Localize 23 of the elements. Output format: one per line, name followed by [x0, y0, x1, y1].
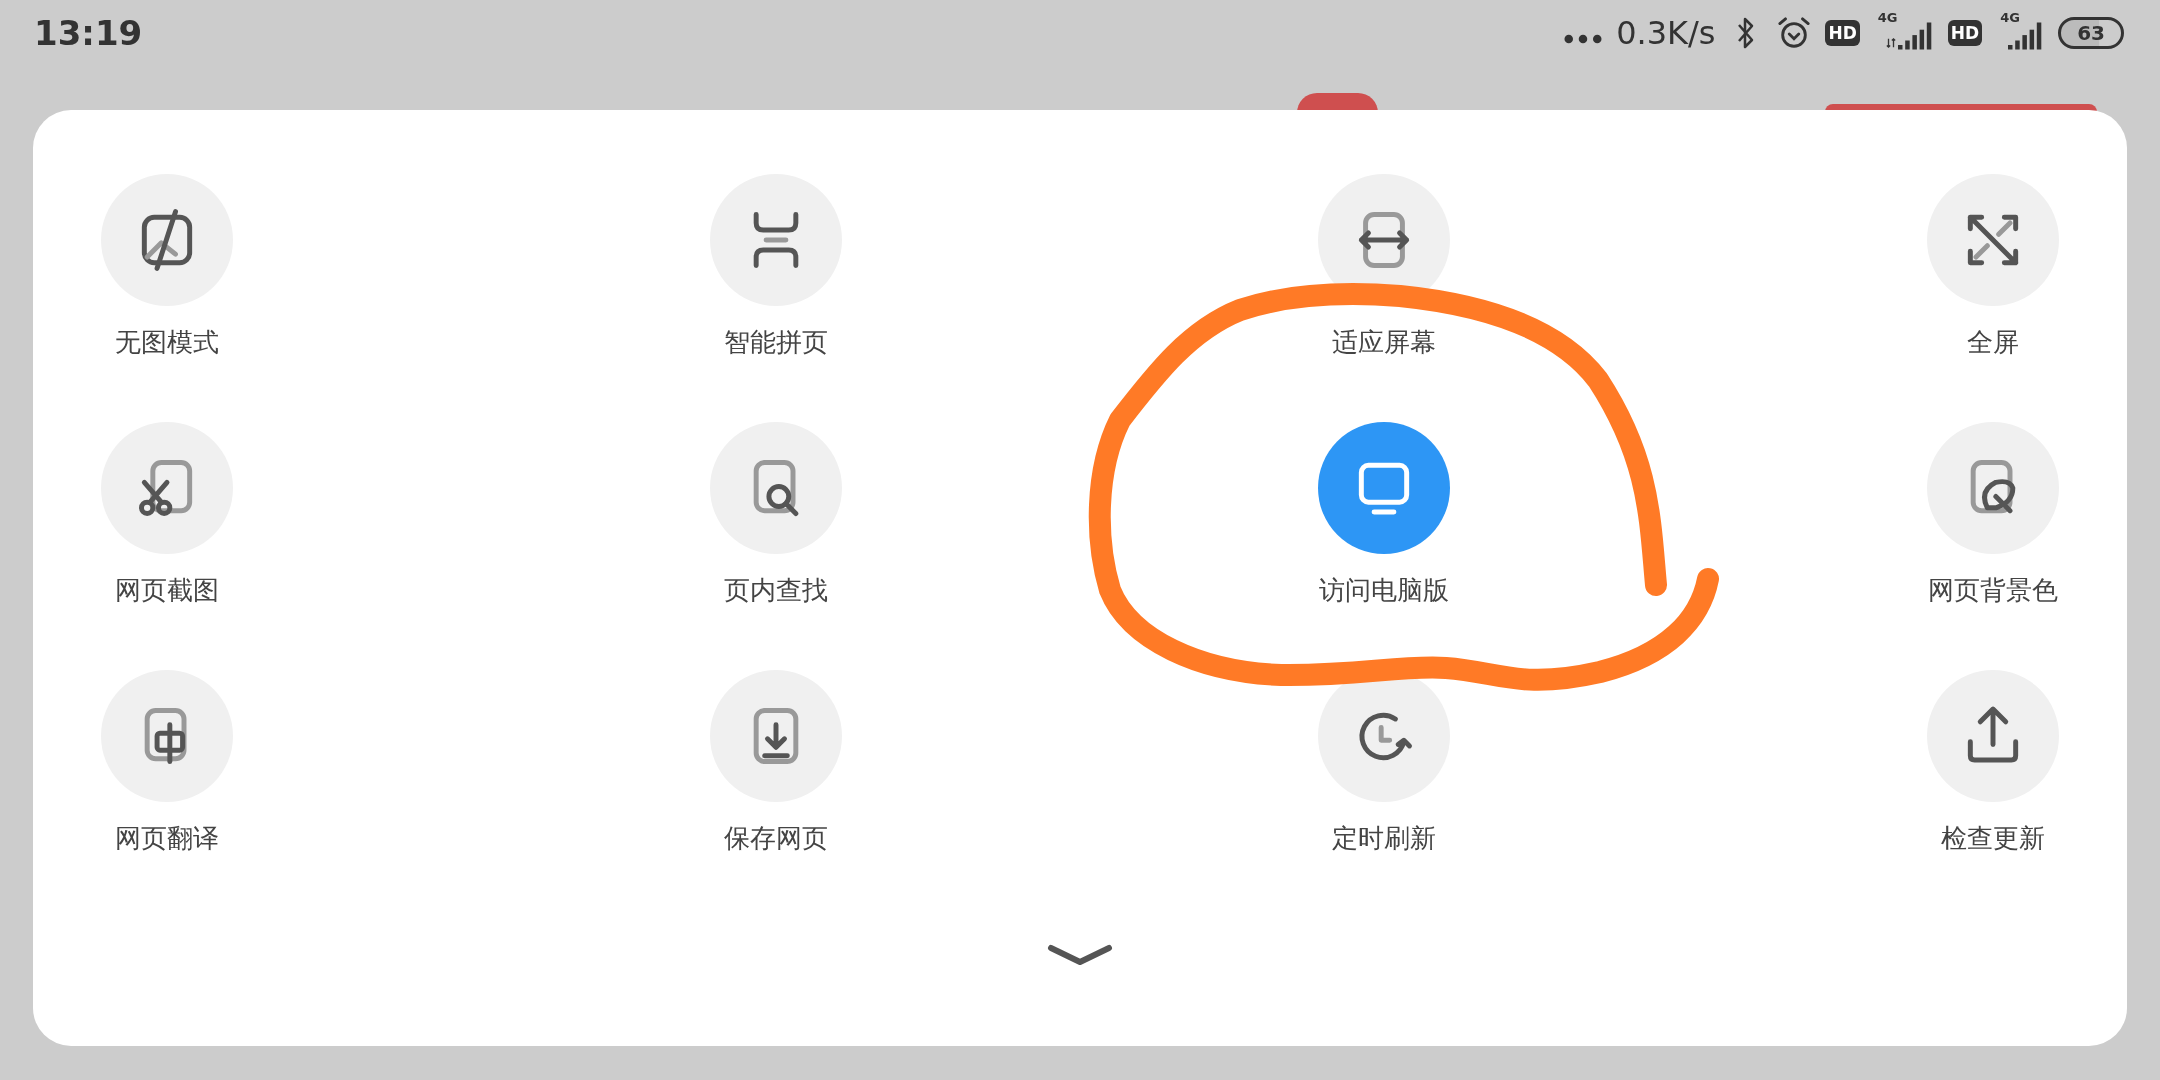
chevron-down-icon[interactable]: [1047, 944, 1113, 966]
menu-label: 检查更新: [1940, 822, 2045, 854]
menu-label: 智能拼页: [723, 326, 828, 358]
menu-label: 网页翻译: [115, 822, 219, 854]
clock-time: 13:19: [34, 12, 143, 54]
menu-label: 全屏: [1966, 326, 2019, 358]
network-type: 4G: [1877, 10, 1898, 25]
menu-label: 定时刷新: [1332, 822, 1437, 854]
menu-label: 适应屏幕: [1332, 326, 1437, 358]
hd-badge: HD: [1947, 20, 1983, 46]
menu-label: 页内查找: [723, 574, 828, 606]
alarm-icon: [1777, 16, 1812, 50]
more-dots-icon: [1564, 34, 1603, 44]
battery-level: 63: [2058, 17, 2124, 49]
network-type: 4G: [2000, 10, 2020, 25]
menu-label: 保存网页: [723, 822, 828, 854]
menu-label: 无图模式: [115, 326, 219, 358]
hd-badge: HD: [1825, 20, 1860, 46]
network-speed: 0.3K/s: [1616, 14, 1716, 52]
data-arrows-icon: [1885, 36, 1896, 50]
menu-label: 网页背景色: [1927, 574, 2058, 606]
menu-label: 访问电脑版: [1319, 574, 1450, 606]
menu-label: 网页截图: [115, 574, 219, 606]
